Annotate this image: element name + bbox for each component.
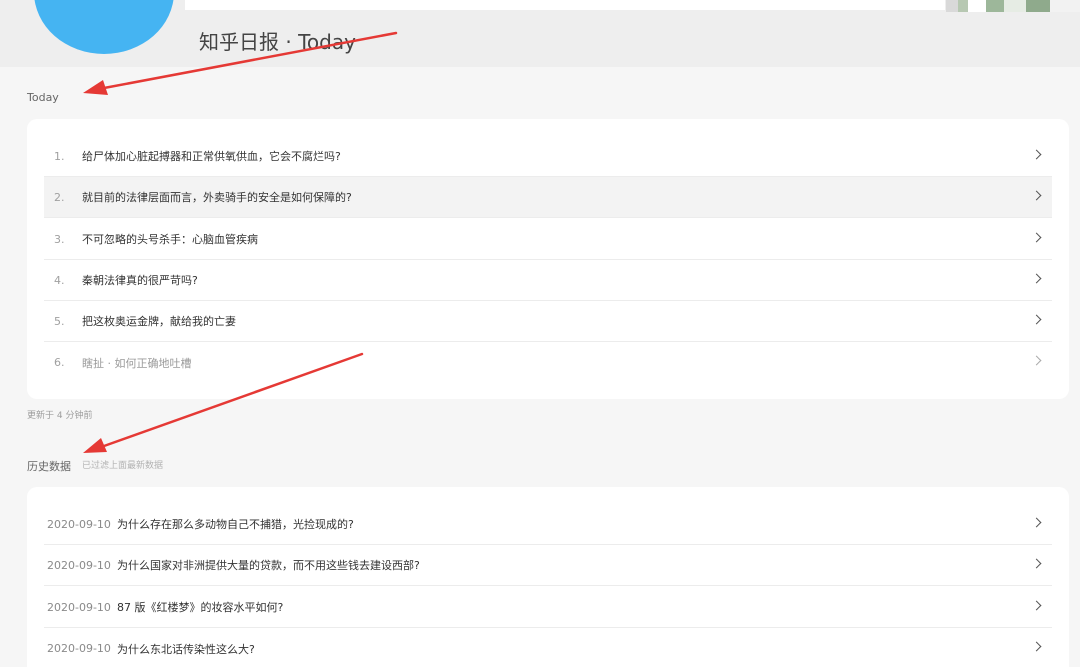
today-item-2[interactable]: 2. 就目前的法律层面而言，外卖骑手的安全是如何保障的? [44, 177, 1052, 218]
chevron-right-icon [1031, 600, 1042, 611]
history-item-2[interactable]: 2020-09-10 为什么国家对非洲提供大量的贷款，而不用这些钱去建设西部? [44, 545, 1052, 586]
site-title: 知乎日报 · Today [199, 30, 356, 54]
today-item-3[interactable]: 3. 不可忽略的头号杀手：心脑血管疾病 [44, 219, 1052, 260]
item-date: 2020-09-10 [47, 600, 111, 614]
item-title: 为什么东北话传染性这么大? [117, 642, 255, 656]
item-number: 1. [54, 149, 65, 163]
history-section-label: 历史数据 [27, 460, 71, 473]
today-item-1[interactable]: 1. 给尸体加心脏起搏器和正常供氧供血，它会不腐烂吗? [44, 136, 1052, 177]
today-section-label: Today [27, 91, 59, 104]
today-item-5[interactable]: 5. 把这枚奥运金牌，献给我的亡妻 [44, 301, 1052, 342]
history-item-3[interactable]: 2020-09-10 87 版《红楼梦》的妆容水平如何? [44, 587, 1052, 628]
item-number: 3. [54, 232, 65, 246]
today-list-card: 1. 给尸体加心脏起搏器和正常供氧供血，它会不腐烂吗? 2. 就目前的法律层面而… [27, 119, 1069, 399]
item-number: 6. [54, 356, 65, 369]
header-topline [185, 0, 945, 10]
chevron-right-icon [1031, 517, 1042, 528]
chevron-right-icon [1031, 641, 1042, 652]
site-header: 知乎日报 · Today [0, 0, 1080, 67]
chevron-right-icon [1031, 355, 1042, 366]
item-date: 2020-09-10 [47, 642, 111, 655]
zhihu-daily-logo[interactable] [34, 0, 174, 54]
item-number: 5. [54, 314, 65, 328]
chevron-right-icon [1031, 232, 1042, 243]
item-title: 就目前的法律层面而言，外卖骑手的安全是如何保障的? [82, 191, 352, 204]
item-title: 给尸体加心脏起搏器和正常供氧供血，它会不腐烂吗? [82, 150, 341, 163]
item-title: 为什么存在那么多动物自己不捕猎，光捡现成的? [117, 518, 354, 531]
history-filter-hint: 已过滤上面最新数据 [82, 461, 164, 471]
today-item-4[interactable]: 4. 秦朝法律真的很严苛吗? [44, 260, 1052, 301]
history-item-1[interactable]: 2020-09-10 为什么存在那么多动物自己不捕猎，光捡现成的? [44, 504, 1052, 545]
item-title: 把这枚奥运金牌，献给我的亡妻 [82, 315, 236, 328]
item-title: 87 版《红楼梦》的妆容水平如何? [117, 601, 284, 614]
item-title: 不可忽略的头号杀手：心脑血管疾病 [82, 233, 258, 246]
history-item-4[interactable]: 2020-09-10 为什么东北话传染性这么大? [44, 628, 1052, 667]
item-title: 秦朝法律真的很严苛吗? [82, 274, 198, 287]
chevron-right-icon [1031, 149, 1042, 160]
item-number: 4. [54, 273, 65, 287]
header-photo [946, 0, 1080, 12]
item-title: 为什么国家对非洲提供大量的贷款，而不用这些钱去建设西部? [117, 559, 420, 572]
chevron-right-icon [1031, 558, 1042, 569]
chevron-right-icon [1031, 273, 1042, 284]
item-title: 瞎扯 · 如何正确地吐槽 [82, 356, 192, 370]
item-number: 2. [54, 190, 65, 204]
item-date: 2020-09-10 [47, 517, 111, 531]
chevron-right-icon [1031, 190, 1042, 201]
update-note: 更新于 4 分钟前 [27, 411, 93, 421]
page: 知乎日报 · Today Today 1. 给尸体加心脏起搏器和正常供氧供血，它… [0, 0, 1080, 667]
chevron-right-icon [1031, 314, 1042, 325]
today-item-6[interactable]: 6. 瞎扯 · 如何正确地吐槽 [44, 342, 1052, 383]
item-date: 2020-09-10 [47, 558, 111, 572]
history-list-card: 2020-09-10 为什么存在那么多动物自己不捕猎，光捡现成的? 2020-0… [27, 487, 1069, 667]
